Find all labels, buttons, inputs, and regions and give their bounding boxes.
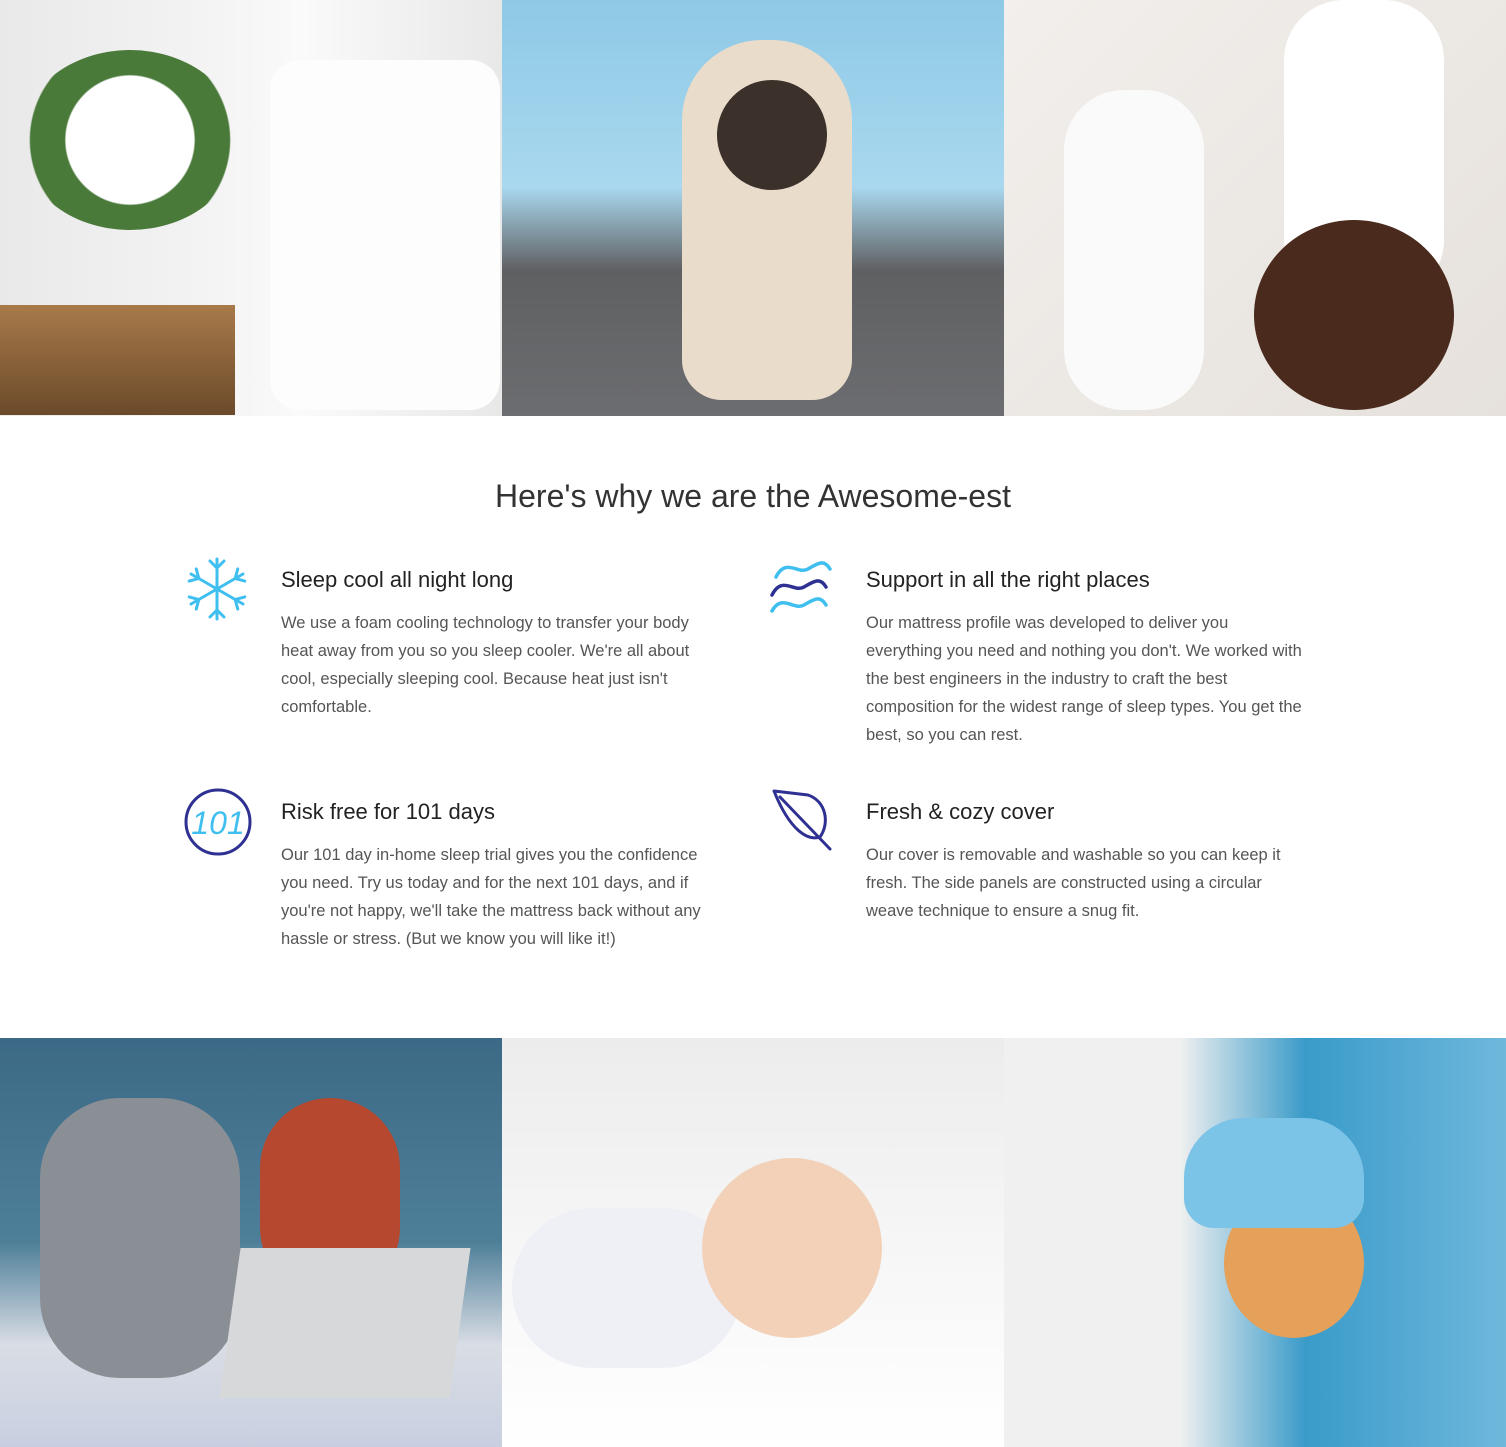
feature-sleep-cool: Sleep cool all night long We use a foam … xyxy=(186,557,721,721)
waves-icon xyxy=(768,555,838,625)
photo-pug-under-blanket xyxy=(502,0,1004,416)
badge-text: 101 xyxy=(191,805,244,841)
feature-title: Fresh & cozy cover xyxy=(866,799,1055,824)
feature-cover: Fresh & cozy cover Our cover is removabl… xyxy=(772,789,1306,925)
section-heading: Here's why we are the Awesome-est xyxy=(495,478,1011,514)
photo-sleeping-baby xyxy=(502,1038,1004,1447)
photo-laughing-kids xyxy=(1004,0,1506,416)
feature-title: Support in all the right places xyxy=(866,567,1150,592)
photo-couple-laptop xyxy=(0,1038,502,1447)
feature-description: Our cover is removable and washable so y… xyxy=(866,846,1281,920)
bottom-photo-row xyxy=(0,1038,1506,1447)
feature-description: Our 101 day in-home sleep trial gives yo… xyxy=(281,846,701,948)
top-photo-row xyxy=(0,0,1506,416)
feature-description: Our mattress profile was developed to de… xyxy=(866,614,1302,744)
feature-risk-free: 101 Risk free for 101 days Our 101 day i… xyxy=(184,788,721,953)
feature-title: Sleep cool all night long xyxy=(281,567,514,592)
leaf-icon xyxy=(768,787,838,857)
snowflake-icon xyxy=(183,555,253,625)
feature-support: Support in all the right places Our matt… xyxy=(770,561,1306,749)
feature-title: Risk free for 101 days xyxy=(281,799,495,824)
photo-bedside-flowers xyxy=(0,0,502,416)
photo-cat-sleep-mask xyxy=(1004,1038,1506,1447)
feature-description: We use a foam cooling technology to tran… xyxy=(281,614,690,716)
101-days-badge-icon: 101 xyxy=(183,787,253,857)
